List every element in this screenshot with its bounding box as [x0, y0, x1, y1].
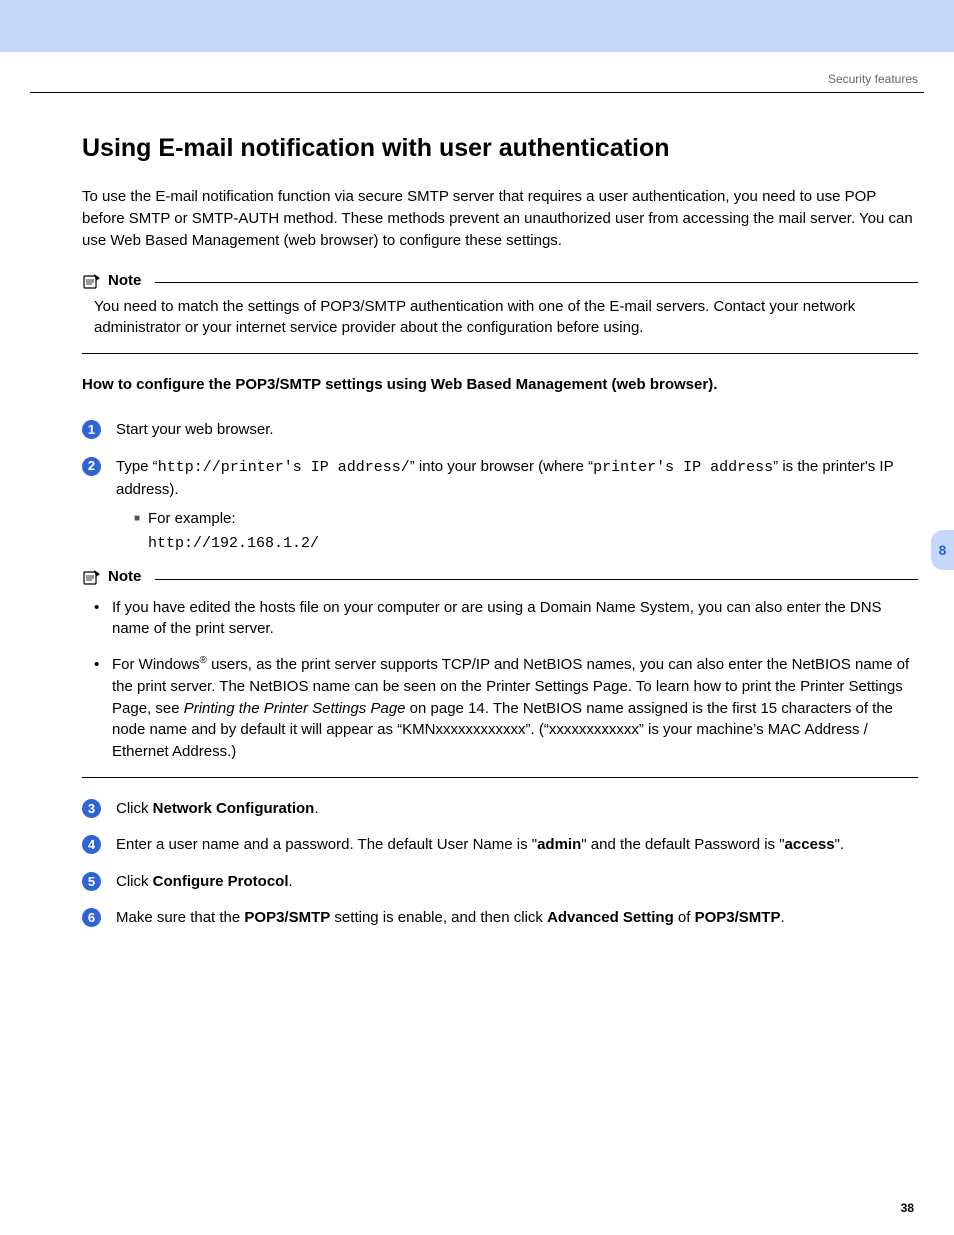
- step-5: Click Configure Protocol.: [82, 871, 918, 894]
- example-label: For example:: [148, 510, 236, 527]
- note-icon: [82, 568, 102, 586]
- page-number: 38: [901, 1201, 914, 1215]
- pop3-smtp-label: POP3/SMTP: [244, 909, 330, 926]
- step-2-placeholder: printer's IP address: [593, 459, 773, 476]
- note2-item-2: For Windows® users, as the print server …: [90, 654, 918, 763]
- note-header: Note: [82, 272, 918, 290]
- note-rule: [155, 282, 918, 283]
- step-3: Click Network Configuration.: [82, 798, 918, 821]
- step-2-url: http://printer's IP address/: [158, 459, 410, 476]
- top-band: [0, 0, 954, 52]
- page-title: Using E-mail notification with user auth…: [82, 133, 918, 164]
- step-6: Make sure that the POP3/SMTP setting is …: [82, 907, 918, 930]
- default-password: access: [785, 836, 835, 853]
- note2-label: Note: [108, 566, 141, 589]
- chapter-tab: 8: [931, 530, 954, 570]
- note2-header: Note: [82, 566, 918, 589]
- howto-heading: How to configure the POP3/SMTP settings …: [82, 374, 918, 395]
- advanced-setting-label: Advanced Setting: [547, 909, 674, 926]
- note-icon: [82, 272, 102, 290]
- pop3-smtp-label-2: POP3/SMTP: [695, 909, 781, 926]
- step-4: Enter a user name and a password. The de…: [82, 834, 918, 857]
- registered-mark: ®: [200, 655, 207, 666]
- note2-rule: [155, 579, 918, 580]
- steps-list: Start your web browser. Type “http://pri…: [82, 419, 918, 930]
- note2-item-1: If you have edited the hosts file on you…: [90, 597, 918, 641]
- note-end-rule: [82, 353, 918, 354]
- step-3-link: Network Configuration: [153, 800, 315, 817]
- page-content: Using E-mail notification with user auth…: [0, 93, 954, 930]
- running-header: Security features: [0, 52, 954, 92]
- step-2-example: ■For example:: [116, 508, 918, 531]
- default-username: admin: [537, 836, 581, 853]
- intro-paragraph: To use the E-mail notification function …: [82, 186, 918, 251]
- note2-end-rule: [82, 777, 918, 778]
- note-label: Note: [108, 272, 141, 289]
- square-bullet-icon: ■: [134, 511, 148, 526]
- note2-list: If you have edited the hosts file on you…: [90, 597, 918, 763]
- example-url: http://192.168.1.2/: [116, 532, 918, 556]
- note-body: You need to match the settings of POP3/S…: [94, 296, 918, 340]
- step-5-link: Configure Protocol: [153, 873, 289, 890]
- step-2: Type “http://printer's IP address/” into…: [82, 456, 918, 778]
- step-2-text: Type “http://printer's IP address/” into…: [116, 458, 893, 499]
- cross-reference[interactable]: Printing the Printer Settings Page: [184, 700, 406, 717]
- step-1: Start your web browser.: [82, 419, 918, 442]
